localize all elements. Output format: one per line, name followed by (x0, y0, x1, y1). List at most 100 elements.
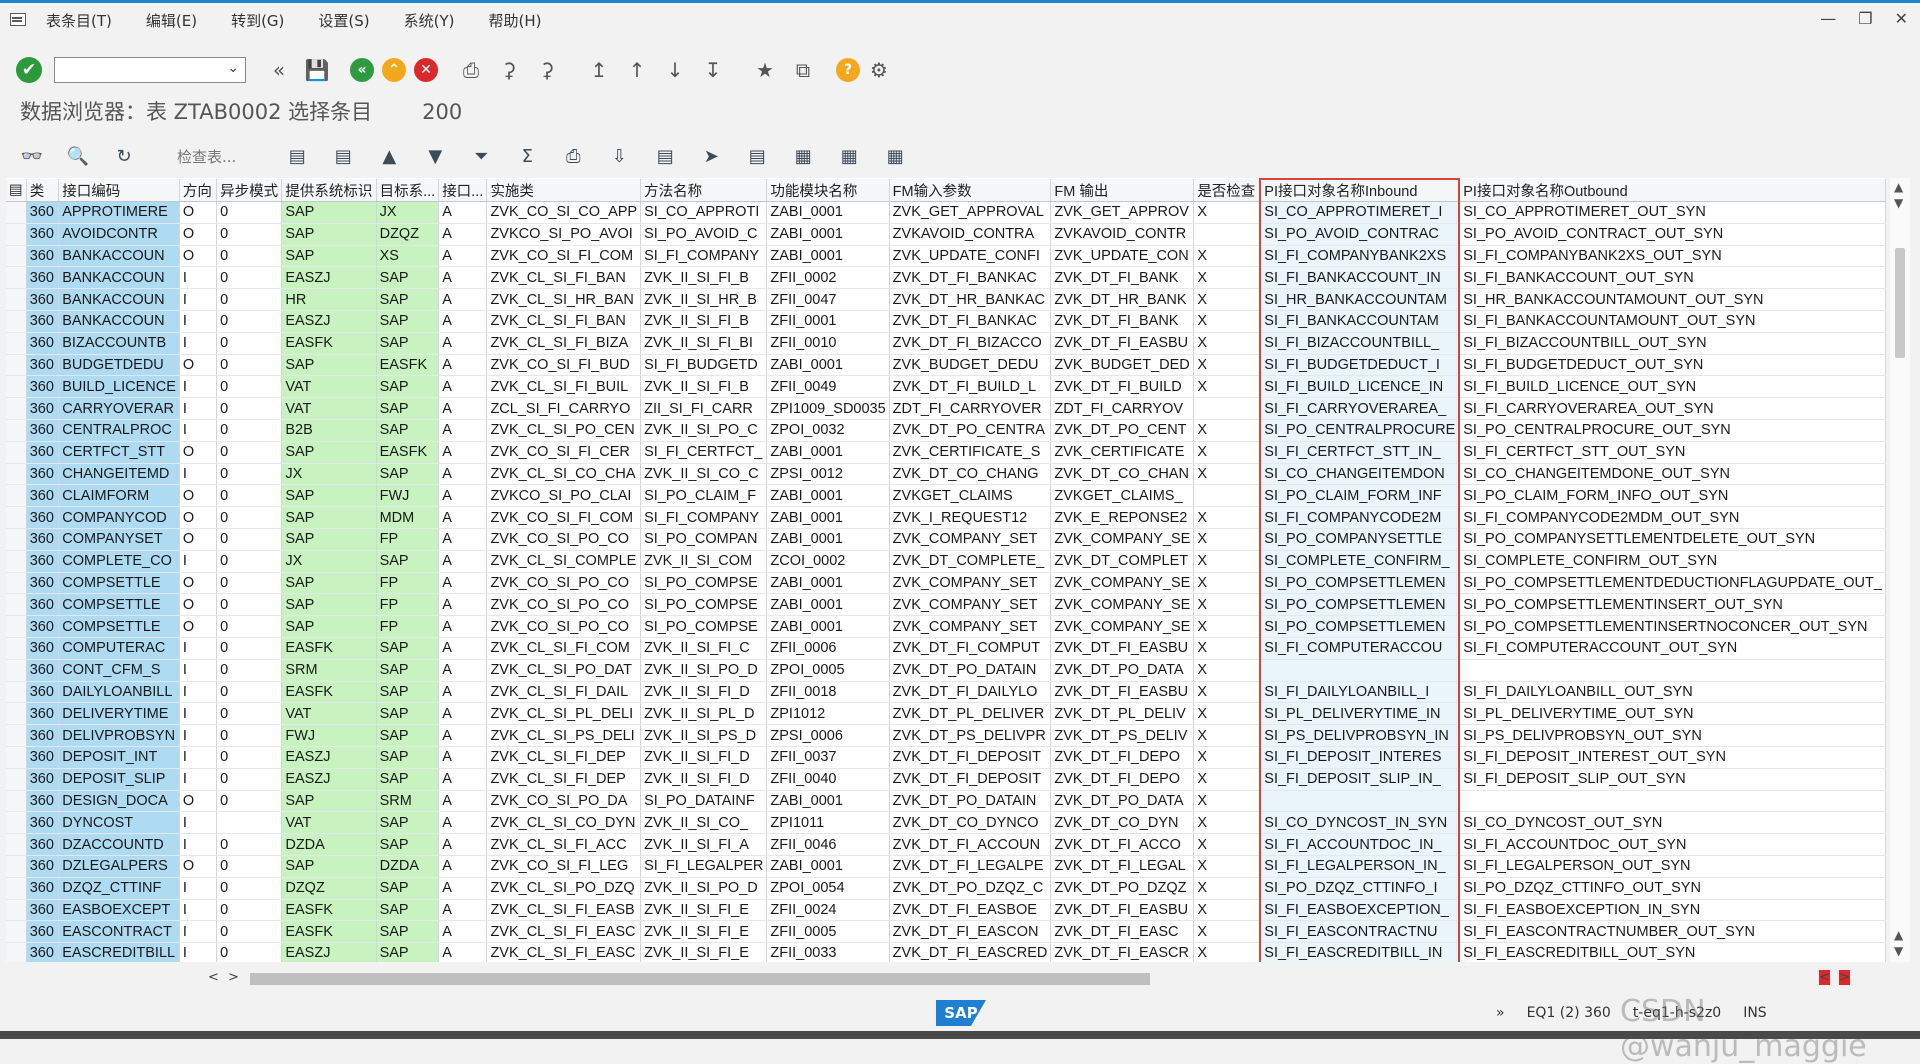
table-cell[interactable]: ZVK_CL_SI_FI_DAIL (486, 681, 642, 704)
table-row[interactable]: 360 COMPSETTLE O 0 SAP FP A ZVK_CO_SI_PO_CO SI_P… (6, 615, 1886, 638)
table-cell[interactable]: SI_PS_DELIVPROBSYN_IN (1259, 724, 1461, 747)
column-header[interactable]: 提供系统标识 (281, 179, 377, 202)
table-cell[interactable]: 360 (26, 484, 60, 508)
table-cell[interactable]: 0 (216, 899, 283, 922)
table-cell[interactable]: 360 (26, 681, 60, 704)
table-cell[interactable]: 0 (216, 354, 283, 377)
command-field[interactable]: ⌄ (54, 57, 246, 83)
table-row[interactable]: 360 AVOIDCONTR O 0 SAP DZQZ A ZVKCO_SI_PO_AVOI S… (6, 223, 1886, 246)
table-row[interactable]: 360 COMPANYCOD O 0 SAP MDM A ZVK_CO_SI_FI_COM SI… (6, 506, 1886, 529)
table-cell[interactable]: ZVK_CL_SI_PO_DZQ (486, 877, 642, 900)
table-cell[interactable]: ZVKCO_SI_PO_AVOI (486, 223, 642, 246)
table-cell[interactable]: COMPSETTLE (58, 615, 180, 638)
table-cell[interactable]: ZVK_DT_FI_BANKAC (889, 266, 1052, 290)
table-cell[interactable]: CONT_CFM_S (58, 659, 180, 682)
table-cell[interactable]: ZABI_0001 (766, 855, 890, 878)
choose-icon[interactable]: ▤ (283, 142, 311, 170)
table-cell[interactable]: ZVK_CL_SI_FI_EASB (486, 899, 642, 922)
check-table-button[interactable]: 检查表... (177, 146, 236, 167)
table-cell[interactable]: SI_FI_CARRYOVERAREA_OUT_SYN (1459, 397, 1886, 420)
table-cell[interactable]: SI_FI_DEPOSIT_INTEREST_OUT_SYN (1459, 746, 1886, 769)
table-cell[interactable]: SI_PO_COMPSETTLEMENTINSERT_OUT_SYN (1459, 593, 1886, 617)
table-cell[interactable]: SI_FI_LEGALPERSON_OUT_SYN (1459, 855, 1886, 878)
table-cell[interactable]: I (179, 942, 218, 962)
table-cell[interactable]: A (438, 419, 488, 442)
table-row[interactable]: 360 CHANGEITEMD I 0 JX SAP A ZVK_CL_SI_CO_CHA ZV… (6, 463, 1886, 486)
table-cell[interactable]: ZVK_II_SI_FI_B (640, 310, 768, 333)
table-cell[interactable]: 0 (216, 615, 283, 638)
table-cell[interactable]: 0 (216, 877, 283, 900)
table-cell[interactable]: DELIVPROBSYN (58, 724, 180, 747)
table-cell[interactable]: SAP (376, 920, 440, 944)
table-cell[interactable]: I (179, 288, 218, 311)
chevron-down-icon[interactable]: ⌄ (227, 60, 239, 76)
table-cell[interactable]: SI_FI_COMPUTERACCOU (1259, 637, 1461, 660)
table-cell[interactable]: ZVK_II_SI_FI_BI (640, 332, 768, 355)
table-cell[interactable]: SI_COMPLETE_CONFIRM_ (1259, 550, 1461, 573)
table-cell[interactable]: 360 (26, 942, 60, 962)
table-cell[interactable]: 360 (26, 354, 60, 377)
table-cell[interactable]: ZVK_II_SI_FI_D (640, 746, 768, 769)
table-cell[interactable]: VAT (281, 702, 377, 726)
table-cell[interactable]: SAP (281, 245, 377, 268)
table-cell[interactable]: ZVKCO_SI_PO_CLAI (486, 484, 642, 508)
table-cell[interactable]: SAP (376, 288, 440, 311)
table-cell[interactable]: ZVK_CL_SI_FI_BUIL (486, 375, 642, 399)
table-cell[interactable]: CLAIMFORM (58, 484, 180, 508)
table-cell[interactable]: ZVK_DT_FI_EASC (1050, 920, 1195, 944)
table-cell[interactable]: EASZJ (281, 266, 377, 290)
table-cell[interactable]: SAP (376, 702, 440, 726)
row-selector[interactable] (6, 637, 27, 660)
table-cell[interactable]: I (179, 681, 218, 704)
table-cell[interactable]: ZVK_DT_FI_BUILD (1050, 375, 1195, 399)
table-cell[interactable]: X (1193, 811, 1261, 835)
table-cell[interactable]: A (438, 877, 488, 900)
table-cell[interactable]: A (438, 702, 488, 726)
find-icon[interactable]: ⚳ (495, 56, 523, 84)
table-cell[interactable]: SI_FI_BIZACCOUNTBILL_OUT_SYN (1459, 332, 1886, 355)
table-cell[interactable]: 360 (26, 572, 60, 595)
table-cell[interactable]: BIZACCOUNTB (58, 332, 180, 355)
print-preview-icon[interactable]: ⎙ (559, 142, 587, 170)
table-cell[interactable]: 0 (216, 833, 283, 856)
restore-icon[interactable]: ❐ (1858, 9, 1872, 28)
row-selector[interactable] (6, 659, 27, 682)
next-page-icon[interactable]: ↓ (661, 56, 689, 84)
select-layout-icon[interactable]: ▦ (835, 142, 863, 170)
table-cell[interactable]: SI_PO_DATAINF (640, 790, 768, 813)
table-cell[interactable]: X (1193, 201, 1261, 224)
table-cell[interactable]: A (438, 659, 488, 682)
table-cell[interactable]: 0 (216, 288, 283, 311)
scroll-right-icon[interactable]: > (228, 970, 239, 985)
table-cell[interactable]: ZABI_0001 (766, 528, 890, 551)
table-cell[interactable]: I (179, 332, 218, 355)
column-header[interactable]: FM输入参数 (889, 179, 1052, 202)
table-cell[interactable]: ZVK_DT_FI_EASBOE (889, 899, 1052, 922)
table-cell[interactable]: ZVK_CO_SI_FI_LEG (486, 855, 642, 878)
table-cell[interactable]: I (179, 811, 218, 835)
table-cell[interactable]: DZACCOUNTD (58, 833, 180, 856)
table-cell[interactable]: O (179, 223, 218, 246)
table-row[interactable]: 360 CENTRALPROC I 0 B2B SAP A ZVK_CL_SI_PO_CEN Z… (6, 419, 1886, 442)
table-cell[interactable]: 0 (216, 593, 283, 617)
table-cell[interactable]: ZVK_CO_SI_PO_CO (486, 528, 642, 551)
table-cell[interactable]: A (438, 201, 488, 224)
table-cell[interactable]: ZFII_0049 (766, 375, 890, 399)
table-cell[interactable]: SI_PO_COMPSE (640, 593, 768, 617)
table-cell[interactable]: ZVK_CL_SI_PO_CEN (486, 419, 642, 442)
table-cell[interactable]: X (1193, 245, 1261, 268)
table-cell[interactable]: SI_FI_ACCOUNTDOC_OUT_SYN (1459, 833, 1886, 856)
table-cell[interactable]: ZCOI_0002 (766, 550, 890, 573)
table-cell[interactable]: ZVK_GET_APPROV (1050, 201, 1195, 224)
table-cell[interactable]: ZVK_II_SI_FI_B (640, 375, 768, 399)
table-cell[interactable]: A (438, 811, 488, 835)
table-row[interactable]: 360 CARRYOVERAR I 0 VAT SAP A ZCL_SI_FI_CARRYO Z… (6, 397, 1886, 420)
table-cell[interactable]: X (1193, 615, 1261, 638)
row-selector-header[interactable]: ▤ (6, 179, 27, 202)
table-cell[interactable]: ZVK_CL_SI_FI_BIZA (486, 332, 642, 355)
table-cell[interactable]: SI_PO_COMPSETTLEMEN (1259, 593, 1461, 617)
table-cell[interactable]: ZVK_CL_SI_PL_DELI (486, 702, 642, 726)
table-cell[interactable]: I (179, 877, 218, 900)
table-cell[interactable]: SAP (281, 855, 377, 878)
table-cell[interactable]: DZDA (376, 855, 440, 878)
